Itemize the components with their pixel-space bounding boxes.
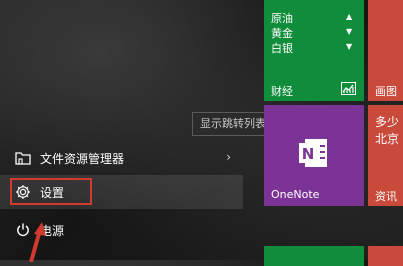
paint-tile[interactable]: 画图 xyxy=(368,0,403,101)
partial-tile-red[interactable] xyxy=(368,246,403,266)
down-arrow-icon: ▼ xyxy=(346,27,353,36)
news-headline-1: 多少 xyxy=(375,115,400,129)
finance-item-silver: 白银 xyxy=(271,42,293,55)
news-headline-2: 北京 xyxy=(375,132,400,146)
finance-item-crude: 原油 xyxy=(271,12,293,25)
onenote-tile[interactable]: N OneNote xyxy=(264,105,364,206)
file-explorer-label: 文件资源管理器 xyxy=(40,151,125,166)
folder-icon xyxy=(14,149,32,167)
paint-tile-label: 画图 xyxy=(375,85,397,98)
finance-tile-label: 财经 xyxy=(271,85,293,98)
chart-icon xyxy=(341,82,356,95)
down-arrow-icon: ▼ xyxy=(346,42,353,51)
svg-text:N: N xyxy=(302,145,315,163)
jump-list-tooltip: 显示跳转列表 xyxy=(192,112,274,136)
onenote-tile-label: OneNote xyxy=(271,188,320,201)
news-tile-label: 资讯 xyxy=(375,190,397,203)
onenote-icon: N xyxy=(299,139,327,167)
settings-highlight-box xyxy=(10,178,92,205)
partial-tile-green[interactable] xyxy=(264,246,364,266)
red-arrow-annotation xyxy=(29,222,46,262)
chevron-right-icon[interactable]: › xyxy=(226,150,231,164)
up-arrow-icon: ▲ xyxy=(346,12,353,21)
finance-tile[interactable]: 原油 ▲ 黄金 ▼ 白银 ▼ 财经 xyxy=(264,0,364,101)
news-tile[interactable]: 多少 北京 资讯 xyxy=(368,105,403,206)
file-explorer-item[interactable]: 文件资源管理器 › xyxy=(0,141,243,175)
finance-item-gold: 黄金 xyxy=(271,27,293,40)
